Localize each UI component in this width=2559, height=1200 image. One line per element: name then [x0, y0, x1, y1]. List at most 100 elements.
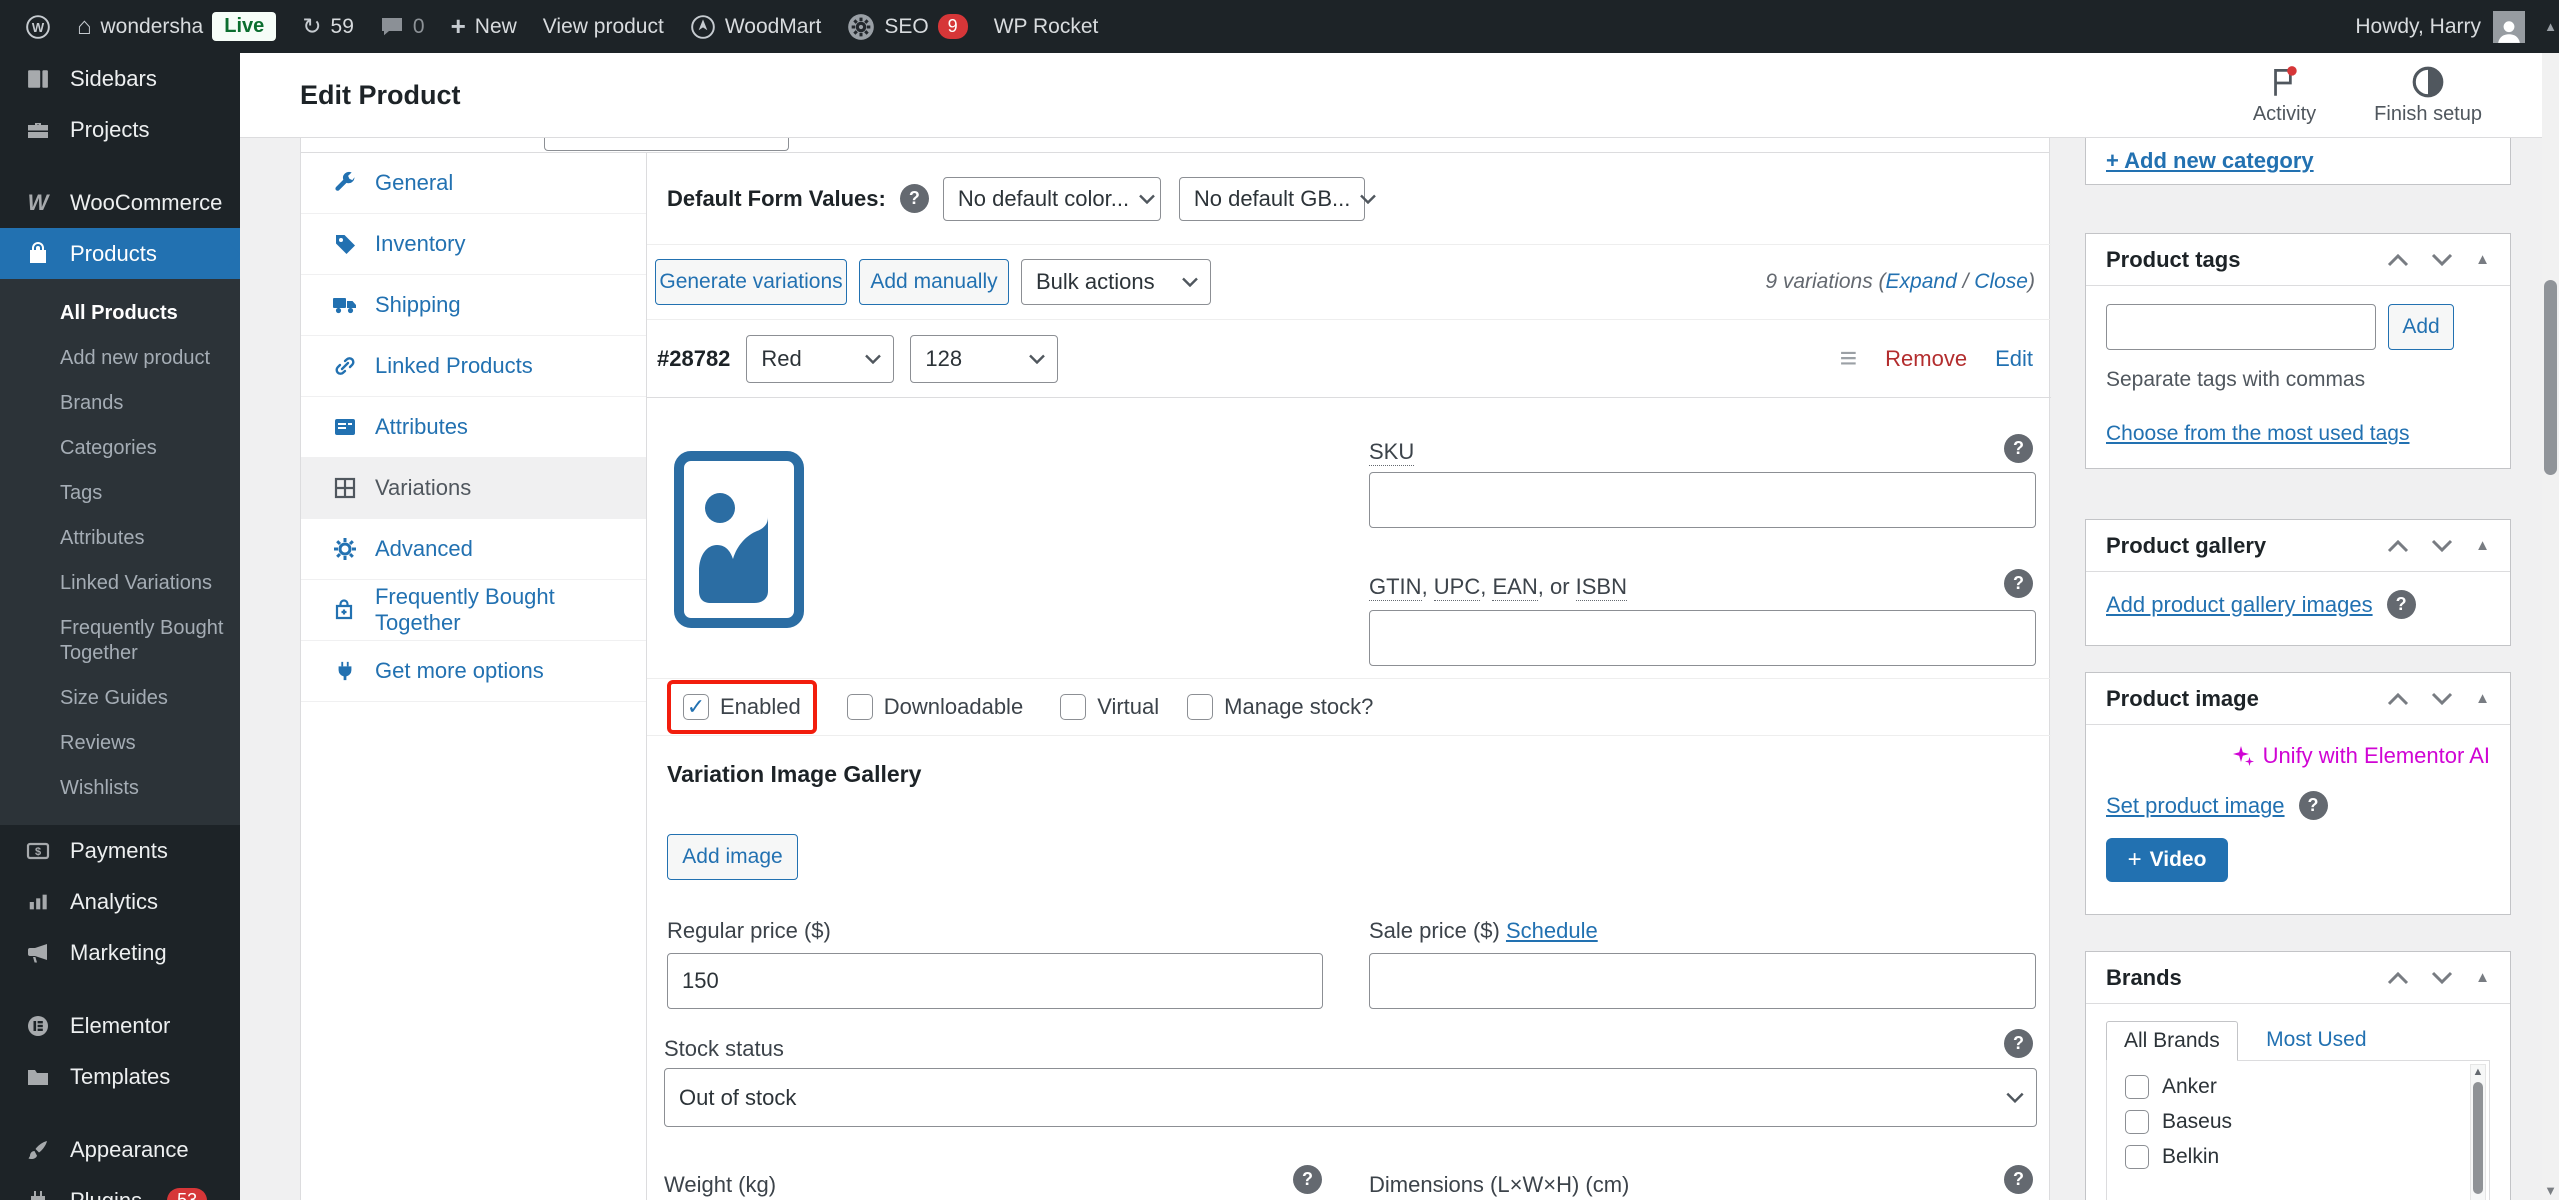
virtual-checkbox[interactable] — [1060, 694, 1086, 720]
sidebar-item-marketing[interactable]: Marketing — [0, 927, 240, 978]
variation-color-select[interactable]: Red — [746, 335, 894, 383]
submenu-linked-variations[interactable]: Linked Variations — [0, 561, 240, 606]
tab-shipping[interactable]: Shipping — [301, 275, 646, 336]
submenu-brands[interactable]: Brands — [0, 381, 240, 426]
default-color-select[interactable]: No default color... — [943, 177, 1161, 221]
regular-price-input[interactable] — [667, 953, 1323, 1009]
manage-stock-checkbox[interactable] — [1187, 694, 1213, 720]
submenu-all-products[interactable]: All Products — [0, 291, 240, 336]
move-up-icon[interactable] — [2387, 692, 2409, 706]
close-link[interactable]: Close — [1974, 270, 2028, 293]
scroll-up-icon[interactable]: ▲ — [2544, 19, 2557, 34]
sidebar-item-woocommerce[interactable]: W WooCommerce — [0, 177, 240, 228]
sidebar-item-appearance[interactable]: Appearance — [0, 1124, 240, 1175]
variation-image-placeholder[interactable] — [674, 451, 804, 628]
toggle-panel-icon[interactable]: ▲ — [2475, 690, 2490, 707]
tab-inventory[interactable]: Inventory — [301, 214, 646, 275]
move-down-icon[interactable] — [2431, 253, 2453, 267]
comments-menu[interactable]: 0 — [367, 0, 438, 53]
sidebar-item-products[interactable]: Products — [0, 228, 240, 279]
add-image-button[interactable]: Add image — [667, 834, 798, 880]
cutoff-select[interactable] — [544, 138, 789, 151]
gallery-help-icon[interactable]: ? — [2387, 590, 2416, 619]
expand-link[interactable]: Expand — [1886, 270, 1957, 293]
add-new-category-link[interactable]: + Add new category — [2106, 148, 2314, 174]
tab-linked-products[interactable]: Linked Products — [301, 336, 646, 397]
tab-advanced[interactable]: Advanced — [301, 519, 646, 580]
generate-variations-button[interactable]: Generate variations — [655, 259, 847, 305]
tab-get-more-options[interactable]: Get more options — [301, 641, 646, 702]
add-tag-button[interactable]: Add — [2388, 304, 2454, 350]
new-content-menu[interactable]: + New — [438, 0, 530, 53]
submenu-tags[interactable]: Tags — [0, 471, 240, 516]
move-down-icon[interactable] — [2431, 971, 2453, 985]
woodmart-menu[interactable]: WoodMart — [677, 0, 834, 53]
toggle-panel-icon[interactable]: ▲ — [2475, 969, 2490, 986]
sidebar-item-templates[interactable]: Templates — [0, 1051, 240, 1102]
default-size-select[interactable]: No default GB... — [1179, 177, 1365, 221]
move-up-icon[interactable] — [2387, 539, 2409, 553]
product-image-header[interactable]: Product image ▲ — [2086, 673, 2510, 725]
toggle-panel-icon[interactable]: ▲ — [2475, 537, 2490, 554]
toggle-panel-icon[interactable]: ▲ — [2475, 251, 2490, 268]
add-video-button[interactable]: + Video — [2106, 838, 2228, 882]
move-down-icon[interactable] — [2431, 539, 2453, 553]
seo-menu[interactable]: SEO 9 — [834, 0, 980, 53]
wp-rocket-menu[interactable]: WP Rocket — [981, 0, 1112, 53]
submenu-categories[interactable]: Categories — [0, 426, 240, 471]
remove-variation-link[interactable]: Remove — [1885, 346, 1967, 372]
schedule-link[interactable]: Schedule — [1506, 918, 1598, 943]
move-down-icon[interactable] — [2431, 692, 2453, 706]
sku-input[interactable] — [1369, 472, 2036, 528]
brands-list-scrollbar[interactable]: ▲ — [2470, 1064, 2486, 1200]
submenu-reviews[interactable]: Reviews — [0, 721, 240, 766]
submenu-frequently-bought-together[interactable]: Frequently Bought Together — [0, 606, 240, 676]
site-name-menu[interactable]: ⌂ wondersha Live — [64, 0, 289, 53]
scroll-up-icon[interactable]: ▲ — [2471, 1066, 2485, 1078]
brand-checkbox-baseus[interactable] — [2125, 1110, 2149, 1134]
tab-attributes[interactable]: Attributes — [301, 397, 646, 458]
tab-frequently-bought-together[interactable]: Frequently Bought Together — [301, 580, 646, 641]
finish-setup-button[interactable]: Finish setup — [2374, 64, 2482, 126]
move-up-icon[interactable] — [2387, 253, 2409, 267]
choose-most-used-tags-link[interactable]: Choose from the most used tags — [2106, 422, 2410, 446]
window-scrollbar[interactable]: ▲ ▼ — [2542, 0, 2559, 1200]
bulk-actions-select[interactable]: Bulk actions — [1021, 259, 1211, 305]
tab-variations[interactable]: Variations — [301, 458, 646, 519]
scrollbar-thumb[interactable] — [2473, 1082, 2483, 1194]
sidebar-item-projects[interactable]: Projects — [0, 104, 240, 155]
updates-menu[interactable]: ↻ 59 — [289, 0, 367, 53]
tab-all-brands[interactable]: All Brands — [2106, 1021, 2238, 1061]
submenu-add-new-product[interactable]: Add new product — [0, 336, 240, 381]
weight-help-icon[interactable]: ? — [1293, 1165, 1322, 1194]
wordpress-logo-menu[interactable]: W — [12, 0, 64, 53]
sidebar-item-analytics[interactable]: Analytics — [0, 876, 240, 927]
sale-price-input[interactable] — [1369, 953, 2036, 1009]
brand-checkbox-anker[interactable] — [2125, 1075, 2149, 1099]
view-product-menu[interactable]: View product — [530, 0, 677, 53]
submenu-wishlists[interactable]: Wishlists — [0, 766, 240, 811]
edit-variation-link[interactable]: Edit — [1995, 346, 2033, 372]
tag-input[interactable] — [2106, 304, 2376, 350]
dimensions-help-icon[interactable]: ? — [2004, 1165, 2033, 1194]
brand-checkbox-belkin[interactable] — [2125, 1145, 2149, 1169]
submenu-size-guides[interactable]: Size Guides — [0, 676, 240, 721]
move-up-icon[interactable] — [2387, 971, 2409, 985]
tab-most-used[interactable]: Most Used — [2266, 1028, 2366, 1051]
sku-help-icon[interactable]: ? — [2004, 434, 2033, 463]
activity-button[interactable]: Activity — [2253, 64, 2316, 126]
product-gallery-header[interactable]: Product gallery ▲ — [2086, 520, 2510, 572]
downloadable-checkbox[interactable] — [847, 694, 873, 720]
sidebar-item-elementor[interactable]: Elementor — [0, 1000, 240, 1051]
add-gallery-images-link[interactable]: Add product gallery images — [2106, 592, 2373, 618]
enabled-checkbox[interactable]: ✓ — [683, 694, 709, 720]
stock-status-select[interactable]: Out of stock — [664, 1068, 2037, 1127]
sidebar-item-sidebars[interactable]: Sidebars — [0, 53, 240, 104]
set-product-image-link[interactable]: Set product image — [2106, 793, 2285, 819]
stock-status-help-icon[interactable]: ? — [2004, 1029, 2033, 1058]
gtin-input[interactable] — [1369, 610, 2036, 666]
gtin-help-icon[interactable]: ? — [2004, 569, 2033, 598]
drag-handle-icon[interactable]: ≡ — [1840, 342, 1858, 376]
product-tags-header[interactable]: Product tags ▲ — [2086, 234, 2510, 286]
variation-size-select[interactable]: 128 — [910, 335, 1058, 383]
